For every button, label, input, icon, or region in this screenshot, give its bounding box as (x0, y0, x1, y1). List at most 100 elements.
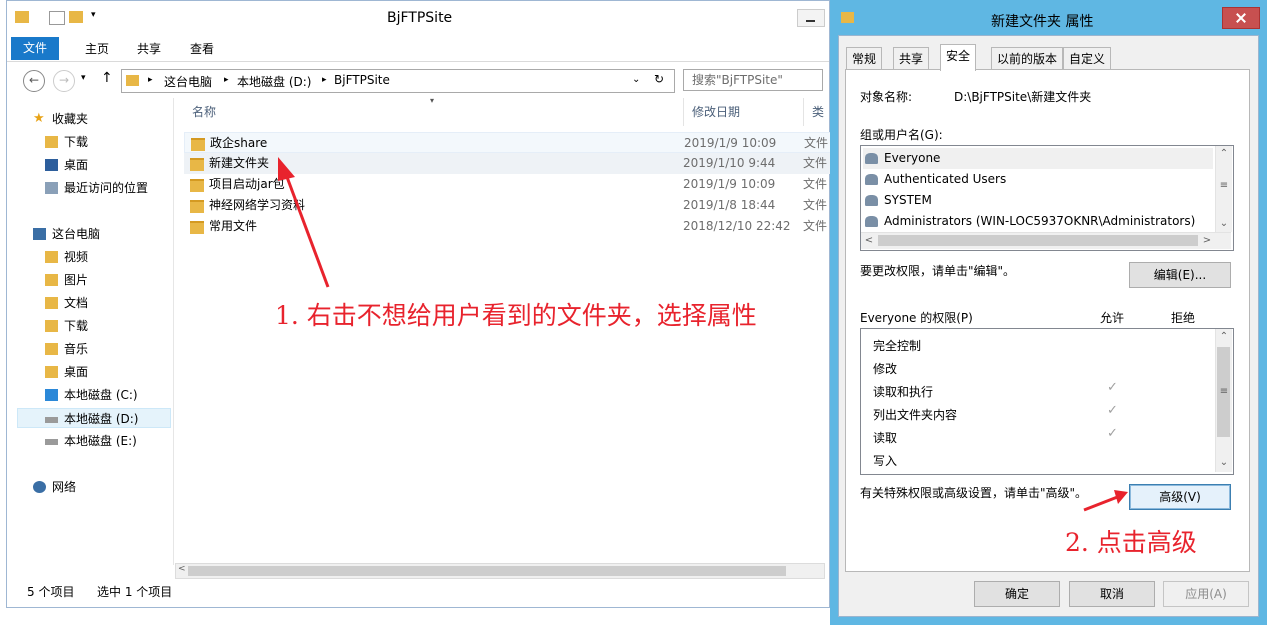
column-name[interactable]: 名称 (184, 98, 684, 126)
scroll-down-icon[interactable]: ⌄ (1216, 216, 1232, 232)
group-user-label: 组或用户名(G): (860, 128, 943, 142)
pictures-folder-icon (45, 274, 58, 286)
refresh-icon[interactable]: ↻ (654, 72, 664, 86)
ok-button[interactable]: 确定 (974, 581, 1060, 607)
item-count: 5 个项目 (27, 585, 75, 599)
chevron-right-icon[interactable]: ▸ (322, 75, 327, 85)
scrollbar-thumb[interactable] (188, 566, 786, 576)
documents-folder-icon (45, 297, 58, 309)
allow-column-label: 允许 (1100, 311, 1125, 325)
back-icon[interactable]: ← (23, 70, 45, 92)
tab-home[interactable]: 主页 (73, 39, 121, 59)
tab-customize[interactable]: 自定义 (1063, 47, 1112, 70)
apply-button[interactable]: 应用(A) (1163, 581, 1249, 607)
tab-previous-versions[interactable]: 以前的版本 (991, 47, 1064, 70)
star-icon: ★ (33, 111, 45, 126)
deny-column-label: 拒绝 (1171, 311, 1196, 325)
folder-icon (191, 138, 205, 151)
forward-icon[interactable]: → (53, 70, 75, 92)
file-row[interactable]: 政企share 2019/1/9 10:09 文件 (184, 132, 834, 153)
scroll-left-icon[interactable]: < (861, 233, 877, 249)
scroll-left-icon[interactable]: < (178, 564, 186, 574)
object-name-label: 对象名称: (860, 90, 913, 104)
scroll-grip-icon[interactable]: ≡ (1216, 384, 1232, 400)
crumb-bjftpsite[interactable]: BjFTPSite (334, 73, 390, 87)
scroll-up-icon[interactable]: ⌃ (1216, 329, 1232, 345)
edit-button[interactable]: 编辑(E)... (1129, 262, 1231, 288)
up-arrow-icon[interactable]: ↑ (101, 70, 113, 86)
edit-hint: 要更改权限，请单击"编辑"。 (860, 264, 1016, 278)
ribbon-tabs: 文件 主页 共享 查看 (7, 35, 829, 62)
tab-share[interactable]: 共享 (125, 39, 173, 59)
scrollbar-thumb[interactable] (878, 235, 1198, 246)
folder-icon (190, 200, 204, 213)
tab-general[interactable]: 常规 (846, 47, 883, 70)
status-bar: 5 个项目 选中 1 个项目 (7, 579, 829, 603)
minimize-button[interactable] (797, 9, 825, 27)
new-folder-icon[interactable] (69, 11, 83, 23)
annotation-step-2: 2. 点击高级 (1065, 528, 1197, 557)
advanced-hint: 有关特殊权限或高级设置，请单击"高级"。 (860, 486, 1088, 500)
drive-icon (45, 417, 58, 423)
column-date[interactable]: 修改日期 (684, 98, 804, 126)
scroll-down-icon[interactable]: ⌄ (1216, 455, 1232, 471)
vertical-scrollbar[interactable]: ⌃ ≡ ⌄ (1215, 329, 1232, 472)
allow-check-icon: ✓ (1107, 426, 1118, 441)
allow-check-icon: ✓ (1107, 380, 1118, 395)
object-name-value: D:\BjFTPSite\新建文件夹 (954, 90, 1092, 104)
horizontal-scrollbar[interactable]: < > (861, 232, 1231, 249)
address-bar[interactable]: ▸ 这台电脑 ▸ 本地磁盘 (D:) ▸ BjFTPSite ⌄ ↻ (121, 69, 675, 93)
user-list[interactable]: Everyone Authenticated Users SYSTEM Admi… (860, 145, 1234, 251)
folder-icon (126, 75, 139, 86)
tab-view[interactable]: 查看 (178, 39, 226, 59)
tab-security[interactable]: 安全 (940, 44, 977, 71)
chevron-down-icon[interactable]: ▾ (91, 10, 96, 20)
drive-icon (45, 439, 58, 445)
recent-places-icon (45, 182, 58, 194)
allow-check-icon: ✓ (1107, 403, 1118, 418)
scroll-up-icon[interactable]: ⌃ (1216, 146, 1232, 162)
search-input[interactable]: 搜索"BjFTPSite" (683, 69, 823, 91)
tab-sharing[interactable]: 共享 (893, 47, 930, 70)
folder-icon (190, 221, 204, 234)
crumb-this-pc[interactable]: 这台电脑 (164, 73, 212, 90)
videos-folder-icon (45, 251, 58, 263)
selected-count: 选中 1 个项目 (97, 585, 173, 599)
perm-full-control: 完全控制 (873, 339, 922, 353)
folder-icon (15, 11, 29, 23)
windows-drive-icon (45, 389, 58, 401)
permissions-list: 完全控制 修改 读取和执行 列出文件夹内容 读取 写入 ✓ ✓ ✓ ⌃ ≡ ⌄ (860, 328, 1234, 475)
horizontal-scrollbar[interactable]: < (175, 563, 825, 579)
users-icon (865, 216, 878, 227)
desktop-folder-icon (45, 366, 58, 378)
crumb-drive-d[interactable]: 本地磁盘 (D:) (237, 73, 311, 90)
perm-modify: 修改 (873, 362, 898, 376)
chevron-right-icon[interactable]: ▸ (224, 75, 229, 85)
scroll-right-icon[interactable]: > (1199, 233, 1215, 249)
cancel-button[interactable]: 取消 (1069, 581, 1155, 607)
annotation-step-1: 1. 右击不想给用户看到的文件夹，选择属性 (275, 301, 757, 330)
annotation-arrow-2 (1083, 490, 1128, 512)
network-icon (33, 481, 46, 493)
chevron-down-icon[interactable]: ⌄ (632, 74, 640, 85)
recent-locations-icon[interactable]: ▾ (81, 73, 86, 83)
folder-icon (190, 179, 204, 192)
vertical-scrollbar[interactable]: ⌃ ≡ ⌄ (1215, 146, 1232, 232)
perm-read: 读取 (873, 431, 898, 445)
user-item-everyone[interactable]: Everyone (863, 148, 1213, 169)
advanced-button[interactable]: 高级(V) (1129, 484, 1231, 510)
scroll-grip-icon[interactable]: ≡ (1216, 178, 1232, 194)
chevron-right-icon[interactable]: ▸ (148, 75, 153, 85)
computer-icon (33, 228, 46, 240)
users-icon (865, 174, 878, 185)
desktop-icon (45, 159, 58, 171)
properties-icon[interactable] (49, 11, 65, 25)
tab-file[interactable]: 文件 (11, 37, 60, 60)
nav-drive-d[interactable]: 本地磁盘 (D:) (17, 408, 171, 428)
explorer-title-bar: ▾ BjFTPSite (7, 1, 829, 35)
annotation-arrow-1 (278, 157, 330, 288)
folder-icon (841, 12, 854, 23)
permissions-label: Everyone 的权限(P) (860, 311, 973, 325)
users-icon (865, 195, 878, 206)
close-button[interactable] (1222, 7, 1260, 29)
